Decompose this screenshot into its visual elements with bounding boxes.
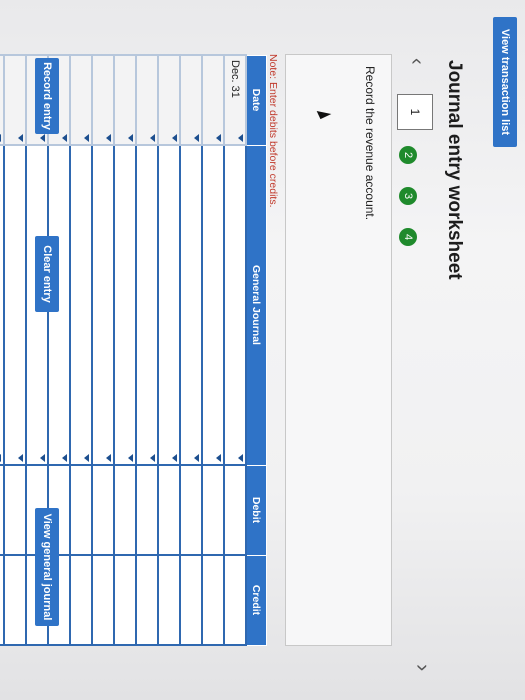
table-row xyxy=(136,55,158,645)
account-select[interactable] xyxy=(0,145,4,465)
table-row xyxy=(70,55,92,645)
account-select[interactable] xyxy=(4,145,26,465)
date-cell[interactable]: Dec. 31 xyxy=(224,55,246,145)
table-row xyxy=(114,55,136,645)
column-header-credit: Credit xyxy=(246,555,267,645)
date-cell[interactable] xyxy=(70,55,92,145)
debit-input[interactable] xyxy=(180,465,202,555)
credit-input[interactable] xyxy=(92,555,114,645)
account-select[interactable] xyxy=(114,145,136,465)
column-header-debit: Debit xyxy=(246,465,267,555)
table-row xyxy=(202,55,224,645)
step-4-tab[interactable]: 4 xyxy=(399,228,417,246)
date-cell[interactable] xyxy=(136,55,158,145)
debit-input[interactable] xyxy=(158,465,180,555)
date-cell[interactable] xyxy=(158,55,180,145)
credit-input[interactable] xyxy=(202,555,224,645)
date-cell[interactable] xyxy=(0,55,4,145)
view-transaction-list-button[interactable]: View transaction list xyxy=(493,17,517,147)
account-select[interactable] xyxy=(202,145,224,465)
table-row xyxy=(158,55,180,645)
debit-input[interactable] xyxy=(202,465,224,555)
account-select[interactable] xyxy=(224,145,246,465)
step-3-tab[interactable]: 3 xyxy=(399,187,417,205)
date-cell[interactable] xyxy=(180,55,202,145)
debit-input[interactable] xyxy=(0,465,4,555)
screen: View transaction list Journal entry work… xyxy=(0,0,525,700)
chevron-right-icon[interactable]: › xyxy=(411,664,436,671)
table-row: Dec. 31 xyxy=(224,55,246,645)
credit-input[interactable] xyxy=(180,555,202,645)
record-entry-button[interactable]: Record entry xyxy=(35,58,59,134)
table-row xyxy=(0,55,4,645)
account-select[interactable] xyxy=(136,145,158,465)
table-row xyxy=(180,55,202,645)
instruction-text: Record the revenue account. xyxy=(363,66,377,221)
debit-input[interactable] xyxy=(224,465,246,555)
credit-input[interactable] xyxy=(4,555,26,645)
debit-input[interactable] xyxy=(92,465,114,555)
debit-input[interactable] xyxy=(4,465,26,555)
step-2-tab[interactable]: 2 xyxy=(399,146,417,164)
step-1-tab[interactable]: 1 xyxy=(397,94,433,130)
debit-input[interactable] xyxy=(136,465,158,555)
credit-input[interactable] xyxy=(136,555,158,645)
account-select[interactable] xyxy=(158,145,180,465)
credit-input[interactable] xyxy=(70,555,92,645)
date-cell[interactable] xyxy=(202,55,224,145)
credit-input[interactable] xyxy=(114,555,136,645)
column-header-date: Date xyxy=(246,55,267,145)
debit-credit-note: Note: Enter debits before credits. xyxy=(267,54,279,208)
date-cell[interactable] xyxy=(4,55,26,145)
view-general-journal-button[interactable]: View general journal xyxy=(35,508,59,626)
date-cell[interactable] xyxy=(114,55,136,145)
credit-input[interactable] xyxy=(158,555,180,645)
account-select[interactable] xyxy=(180,145,202,465)
credit-input[interactable] xyxy=(0,555,4,645)
debit-input[interactable] xyxy=(70,465,92,555)
date-cell[interactable] xyxy=(92,55,114,145)
worksheet-title: Journal entry worksheet xyxy=(444,60,465,280)
table-row xyxy=(92,55,114,645)
account-select[interactable] xyxy=(92,145,114,465)
clear-entry-button[interactable]: Clear entry xyxy=(35,236,59,312)
table-row xyxy=(4,55,26,645)
account-select[interactable] xyxy=(70,145,92,465)
credit-input[interactable] xyxy=(224,555,246,645)
debit-input[interactable] xyxy=(114,465,136,555)
column-header-general-journal: General Journal xyxy=(246,145,267,465)
chevron-left-icon[interactable]: ‹ xyxy=(406,58,428,65)
